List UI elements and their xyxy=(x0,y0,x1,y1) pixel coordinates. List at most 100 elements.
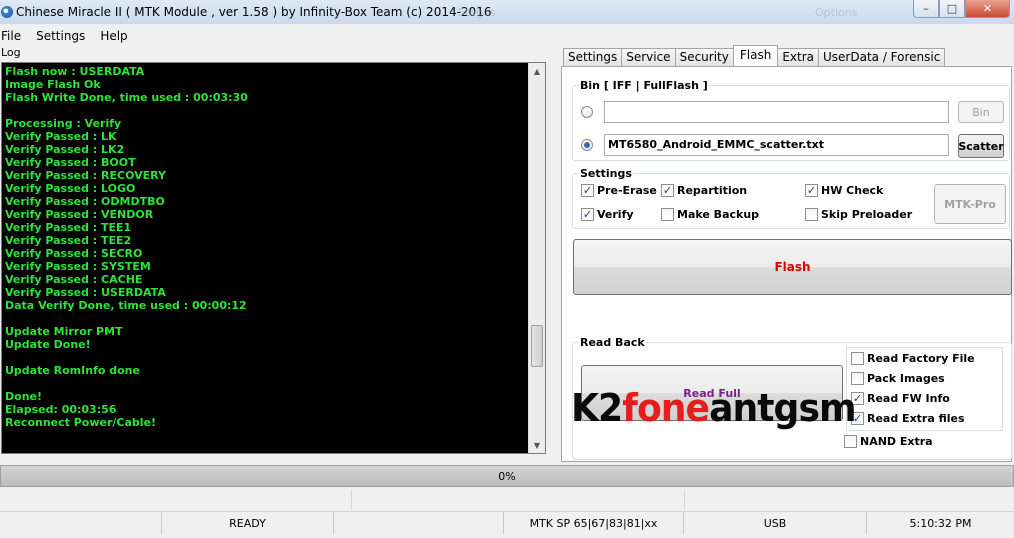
settings-group-title: Settings xyxy=(579,167,633,180)
menu-help[interactable]: Help xyxy=(100,27,127,45)
minimize-button[interactable]: – xyxy=(913,0,939,18)
pack-images-checkbox[interactable]: Pack Images xyxy=(851,372,945,385)
log-line: Verify Passed : CACHE xyxy=(5,273,143,286)
log-line: Verify Passed : ODMDTBO xyxy=(5,195,165,208)
scroll-down-icon[interactable]: ▼ xyxy=(529,437,545,453)
log-line: Update Mirror PMT xyxy=(5,325,123,338)
log-scrollbar[interactable]: ▲ ▼ xyxy=(528,63,545,453)
info-cell-2 xyxy=(352,490,685,510)
log-line: Verify Passed : LOGO xyxy=(5,182,136,195)
log-line: Verify Passed : RECOVERY xyxy=(5,169,167,182)
log-line: Verify Passed : SYSTEM xyxy=(5,260,151,273)
tab-settings[interactable]: Settings xyxy=(563,48,623,66)
log-line: Processing : Verify xyxy=(5,117,122,130)
status-cell-empty xyxy=(0,512,162,534)
info-cell-1 xyxy=(0,490,352,510)
progress-text: 0% xyxy=(498,469,516,483)
bin-group: Bin [ IFF | FullFlash ] Bin MT6580_Andro… xyxy=(572,79,1010,161)
log-line: Done! xyxy=(5,390,42,403)
log-line: Flash Write Done, time used : 00:03:30 xyxy=(5,91,248,104)
skip-preloader-box-icon xyxy=(805,208,818,221)
repartition-check-icon: ✓ xyxy=(661,184,674,197)
settings-group: Settings ✓ Pre-Erase ✓ Repartition ✓ HW Che… xyxy=(572,167,1010,229)
menu-settings[interactable]: Settings xyxy=(36,27,85,45)
maximize-button[interactable]: □ xyxy=(939,0,965,18)
bin-path-input[interactable] xyxy=(604,101,949,123)
menu-bar: File Settings Help xyxy=(0,27,143,45)
scroll-thumb[interactable] xyxy=(531,325,543,367)
log-line: Update Done! xyxy=(5,338,91,351)
hw-check-check-icon: ✓ xyxy=(805,184,818,197)
bin-radio[interactable] xyxy=(581,106,593,118)
scatter-button[interactable]: Scatter xyxy=(958,134,1004,158)
log-line: Update RomInfo done xyxy=(5,364,140,377)
nand-extra-checkbox[interactable]: NAND Extra xyxy=(844,435,933,448)
log-line: Verify Passed : TEE2 xyxy=(5,234,132,247)
log-line: Verify Passed : SECRO xyxy=(5,247,143,260)
tab-service[interactable]: Service xyxy=(621,48,676,66)
scroll-up-icon[interactable]: ▲ xyxy=(529,63,545,79)
close-button[interactable]: ✕ xyxy=(965,0,1010,18)
nand-extra-box-icon xyxy=(844,435,857,448)
log-line: Verify Passed : BOOT xyxy=(5,156,136,169)
bin-group-title: Bin [ IFF | FullFlash ] xyxy=(579,79,709,92)
read-fw-info-checkbox[interactable]: ✓ Read FW Info xyxy=(851,392,950,405)
log-line: Elapsed: 00:03:56 xyxy=(5,403,117,416)
status-time: 5:10:32 PM xyxy=(909,516,972,530)
read-factory-file-box-icon xyxy=(851,352,864,365)
log-line: Verify Passed : TEE1 xyxy=(5,221,132,234)
verify-check-icon: ✓ xyxy=(581,208,594,221)
ghost-title-stages: Stages xyxy=(458,6,496,19)
watermark-part-antgsm: antgsm xyxy=(709,386,857,430)
tab-security[interactable]: Security xyxy=(674,48,734,66)
tab-flash[interactable]: Flash xyxy=(732,45,779,66)
log-line: Image Flash Ok xyxy=(5,78,101,91)
status-bar: READY MTK SP 65|67|83|81|xx USB 5:10:32 … xyxy=(0,511,1014,538)
status-connection: USB xyxy=(684,512,867,534)
log-line: Verify Passed : VENDOR xyxy=(5,208,154,221)
log-lines: Flash now : USERDATA Image Flash Ok Flash … xyxy=(5,65,525,429)
info-row xyxy=(0,490,1014,510)
flash-button[interactable]: Flash xyxy=(573,239,1012,295)
watermark-part-fone: fone xyxy=(622,386,710,430)
window-title: Chinese Miracle II ( MTK Module , ver 1.… xyxy=(16,5,492,19)
tab-extra[interactable]: Extra xyxy=(777,48,819,66)
log-output[interactable]: Flash now : USERDATA Image Flash Ok Flash … xyxy=(1,62,546,454)
title-bar: Chinese Miracle II ( MTK Module , ver 1.… xyxy=(0,0,1014,24)
readback-group-title: Read Back xyxy=(579,336,646,349)
ghost-title-options: Options xyxy=(815,6,858,19)
verify-checkbox[interactable]: ✓ Verify xyxy=(581,208,634,221)
pre-erase-checkbox[interactable]: ✓ Pre-Erase xyxy=(581,184,657,197)
status-ready: READY xyxy=(162,512,334,534)
log-label: Log xyxy=(1,46,21,59)
tab-strip: Settings Service Security Flash Extra Us… xyxy=(563,45,946,66)
read-extra-files-checkbox[interactable]: ✓ Read Extra files xyxy=(851,412,965,425)
scatter-path-input[interactable]: MT6580_Android_EMMC_scatter.txt xyxy=(604,134,949,156)
progress-bar: 0% xyxy=(0,465,1014,487)
make-backup-checkbox[interactable]: Make Backup xyxy=(661,208,759,221)
scatter-radio[interactable] xyxy=(581,139,593,151)
watermark-part-k2: K2 xyxy=(571,386,623,430)
hw-check-checkbox[interactable]: ✓ HW Check xyxy=(805,184,883,197)
log-line: Reconnect Power/Cable! xyxy=(5,416,157,429)
window-controls: – □ ✕ xyxy=(913,0,1010,18)
tab-userdata-forensic[interactable]: UserData / Forensic xyxy=(818,48,946,66)
status-empty-2 xyxy=(334,512,504,534)
log-line: Data Verify Done, time used : 00:00:12 xyxy=(5,299,247,312)
log-line: Verify Passed : LK xyxy=(5,130,117,143)
app-icon xyxy=(1,6,13,18)
pack-images-box-icon xyxy=(851,372,864,385)
repartition-checkbox[interactable]: ✓ Repartition xyxy=(661,184,747,197)
bin-button[interactable]: Bin xyxy=(958,101,1004,123)
mtk-pro-button[interactable]: MTK-Pro xyxy=(934,184,1006,224)
log-line: Verify Passed : USERDATA xyxy=(5,286,166,299)
read-factory-file-checkbox[interactable]: Read Factory File xyxy=(851,352,975,365)
menu-file[interactable]: File xyxy=(1,27,21,45)
log-line: Flash now : USERDATA xyxy=(5,65,145,78)
watermark-logo: K2foneantgsm xyxy=(571,386,857,430)
skip-preloader-checkbox[interactable]: Skip Preloader xyxy=(805,208,912,221)
